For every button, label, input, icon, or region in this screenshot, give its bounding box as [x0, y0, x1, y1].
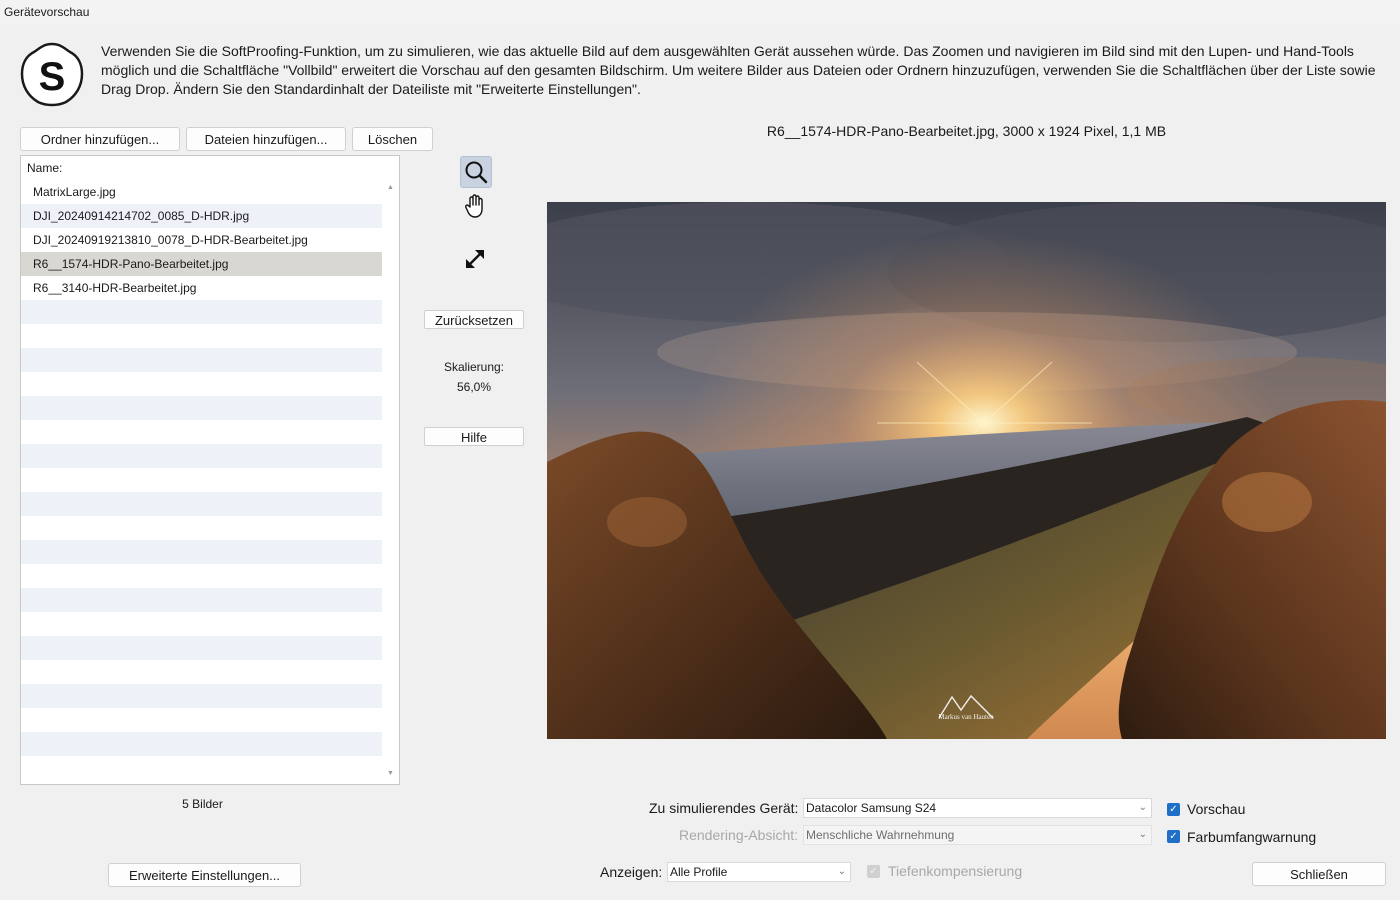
- pan-tool[interactable]: [460, 191, 492, 223]
- image-preview[interactable]: Markus van Hauten: [547, 202, 1386, 739]
- file-list-item[interactable]: MatrixLarge.jpg: [21, 180, 382, 204]
- help-button[interactable]: Hilfe: [424, 427, 524, 446]
- fullscreen-button[interactable]: [460, 244, 492, 276]
- file-list-empty-row: [21, 708, 382, 732]
- preview-checkbox[interactable]: ✓: [1167, 803, 1180, 816]
- close-button[interactable]: Schließen: [1252, 862, 1386, 886]
- hand-icon: [465, 194, 483, 218]
- add-folder-button[interactable]: Ordner hinzufügen...: [20, 127, 180, 151]
- window-title: Gerätevorschau: [0, 0, 1400, 24]
- app-logo-icon: S: [20, 42, 84, 107]
- scroll-up-icon[interactable]: ▲: [387, 184, 394, 191]
- logo-letter: S: [39, 55, 66, 99]
- image-caption: R6__1574-HDR-Pano-Bearbeitet.jpg, 3000 x…: [766, 123, 1167, 139]
- advanced-settings-button[interactable]: Erweiterte Einstellungen...: [108, 863, 301, 887]
- watermark-text: Markus van Hauten: [938, 713, 994, 721]
- file-list-empty-row: [21, 396, 382, 420]
- file-list[interactable]: Name: MatrixLarge.jpg DJI_20240914214702_…: [20, 155, 400, 785]
- chevron-down-icon: ⌄: [837, 866, 846, 877]
- device-label: Zu simulierendes Gerät:: [649, 800, 799, 816]
- intent-select[interactable]: Menschliche Wahrnehmung ⌄: [803, 825, 1152, 845]
- delete-button[interactable]: Löschen: [352, 127, 433, 151]
- intent-select-value: Menschliche Wahrnehmung: [806, 828, 955, 842]
- file-list-empty-row: [21, 348, 382, 372]
- chevron-down-icon: ⌄: [1138, 802, 1147, 813]
- scroll-down-icon[interactable]: ▼: [387, 770, 394, 777]
- intro-text: Verwenden Sie die SoftProofing-Funktion,…: [101, 43, 1376, 97]
- file-list-empty-row: [21, 564, 382, 588]
- scale-label: Skalierung:: [443, 360, 505, 374]
- preview-label: Vorschau: [1187, 801, 1246, 817]
- device-select[interactable]: Datacolor Samsung S24 ⌄: [803, 798, 1152, 818]
- file-list-empty-row: [21, 468, 382, 492]
- chevron-down-icon: ⌄: [1138, 829, 1147, 840]
- file-list-item[interactable]: DJI_20240914214702_0085_D-HDR.jpg: [21, 204, 382, 228]
- show-label: Anzeigen:: [600, 864, 663, 880]
- depth-label: Tiefenkompensierung: [888, 863, 1023, 879]
- file-list-item[interactable]: R6__1574-HDR-Pano-Bearbeitet.jpg: [21, 252, 382, 276]
- depth-checkbox[interactable]: ✓: [867, 865, 880, 878]
- show-select-value: Alle Profile: [670, 865, 728, 879]
- file-list-item[interactable]: R6__3140-HDR-Bearbeitet.jpg: [21, 276, 382, 300]
- gamut-warning-label: Farbumfangwarnung: [1187, 829, 1317, 845]
- file-list-header: Name:: [27, 161, 63, 175]
- file-list-empty-row: [21, 756, 382, 780]
- landscape-photo: Markus van Hauten: [547, 202, 1386, 739]
- file-list-empty-row: [21, 588, 382, 612]
- gamut-warning-checkbox[interactable]: ✓: [1167, 830, 1180, 843]
- file-list-empty-row: [21, 372, 382, 396]
- file-list-empty-row: [21, 660, 382, 684]
- file-list-empty-row: [21, 516, 382, 540]
- file-list-empty-row: [21, 684, 382, 708]
- file-list-empty-row: [21, 444, 382, 468]
- magnifier-icon: [465, 161, 488, 184]
- add-files-button[interactable]: Dateien hinzufügen...: [186, 127, 346, 151]
- file-list-rows: MatrixLarge.jpg DJI_20240914214702_0085_D…: [21, 180, 382, 780]
- file-list-empty-row: [21, 636, 382, 660]
- expand-icon: [466, 250, 484, 268]
- file-list-empty-row: [21, 300, 382, 324]
- device-select-value: Datacolor Samsung S24: [806, 801, 937, 815]
- reset-button[interactable]: Zurücksetzen: [424, 310, 524, 329]
- image-count: 5 Bilder: [182, 797, 223, 811]
- file-list-item[interactable]: DJI_20240919213810_0078_D-HDR-Bearbeitet…: [21, 228, 382, 252]
- show-select[interactable]: Alle Profile ⌄: [667, 862, 851, 882]
- file-list-scrollbar[interactable]: ▲ ▼: [382, 180, 399, 784]
- file-list-empty-row: [21, 324, 382, 348]
- intent-label: Rendering-Absicht:: [679, 827, 799, 843]
- scale-value: 56,0%: [456, 380, 492, 394]
- file-list-empty-row: [21, 420, 382, 444]
- file-list-empty-row: [21, 540, 382, 564]
- file-list-empty-row: [21, 492, 382, 516]
- zoom-tool[interactable]: [460, 156, 492, 188]
- file-list-empty-row: [21, 732, 382, 756]
- file-list-empty-row: [21, 612, 382, 636]
